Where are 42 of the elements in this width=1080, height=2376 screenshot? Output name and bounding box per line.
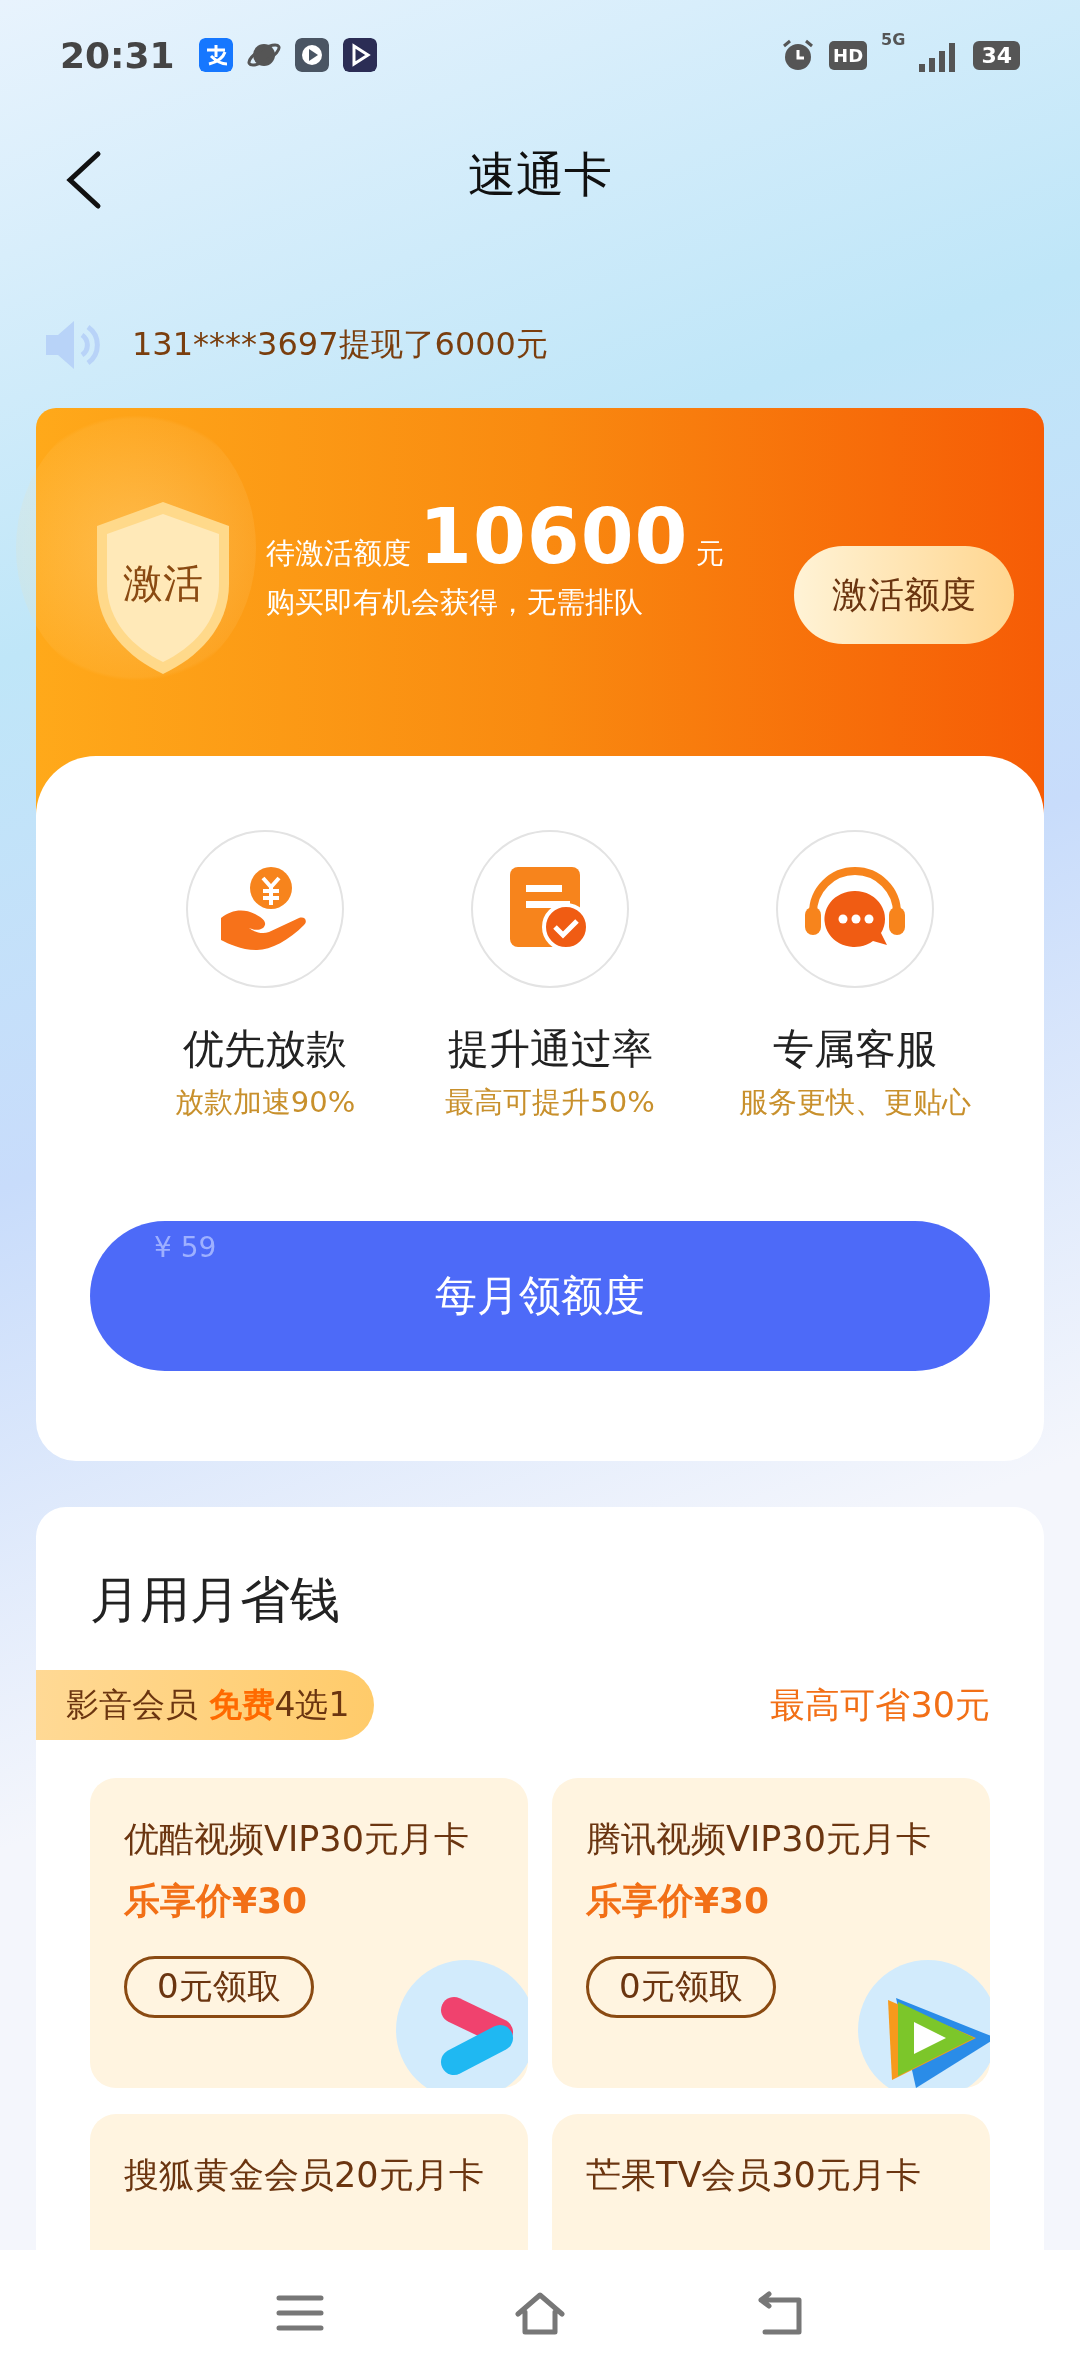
price-tag: ¥ 59 <box>154 1231 217 1264</box>
card-title: 芒果TV会员30元月卡 <box>586 2154 922 2197</box>
benefit-title: 提升通过率 <box>447 1024 653 1075</box>
benefit-subtitle: 服务更快、更贴心 <box>739 1084 971 1121</box>
card-title: 搜狐黄金会员20元月卡 <box>124 2154 485 2197</box>
benefit-subtitle: 最高可提升50% <box>445 1084 655 1121</box>
card-title: 腾讯视频VIP30元月卡 <box>586 1818 932 1861</box>
claim-button[interactable]: 0元领取 <box>124 1956 314 2018</box>
card-price: 乐享价¥30 <box>586 1879 771 1923</box>
play-logo-icon <box>856 1958 990 2088</box>
section-title: 月用月省钱 <box>89 1570 341 1631</box>
status-time: 20:31 <box>60 34 175 76</box>
notice-text: 131****3697提现了6000元 <box>132 324 548 365</box>
network-type: 5G <box>881 30 906 49</box>
speaker-icon <box>44 319 102 371</box>
battery-level: 34 <box>973 40 1020 70</box>
claim-button[interactable]: 0元领取 <box>586 1956 776 2018</box>
app-notification-icon <box>198 38 233 72</box>
amount-unit: 元 <box>696 536 725 572</box>
pending-amount: 10600 <box>419 492 689 581</box>
activate-button[interactable]: 激活额度 <box>794 546 1014 644</box>
benefit-title: 专属客服 <box>773 1024 937 1075</box>
ribbon-label: 影音会员 免费4选1 <box>36 1670 374 1740</box>
benefit-subtitle: 放款加速90% <box>174 1084 356 1121</box>
play-icon <box>294 38 329 72</box>
membership-card[interactable]: 优酷视频VIP30元月卡 乐享价¥30 0元领取 <box>90 1778 528 2088</box>
monthly-quota-button[interactable]: ¥ 59 每月领额度 <box>90 1221 990 1371</box>
membership-card[interactable]: 搜狐黄金会员20元月卡 <box>90 2114 528 2250</box>
hd-indicator: HD <box>829 40 868 70</box>
play-logo-icon <box>394 1958 528 2088</box>
card-title: 优酷视频VIP30元月卡 <box>124 1818 470 1861</box>
max-saving: 最高可省30元 <box>770 1683 990 1727</box>
membership-card[interactable]: 芒果TV会员30元月卡 <box>552 2114 990 2250</box>
benefit-title: 优先放款 <box>183 1024 347 1075</box>
play-icon <box>342 38 377 72</box>
amount-label: 待激活额度 <box>266 535 411 572</box>
alarm-icon <box>781 38 816 72</box>
page-title: 速通卡 <box>468 145 612 204</box>
home-icon[interactable] <box>515 2290 565 2336</box>
card-price: 乐享价¥30 <box>124 1879 309 1923</box>
membership-card[interactable]: 腾讯视频VIP30元月卡 乐享价¥30 0元领取 <box>552 1778 990 2088</box>
activation-subtitle: 购买即有机会获得，无需排队 <box>266 584 644 621</box>
